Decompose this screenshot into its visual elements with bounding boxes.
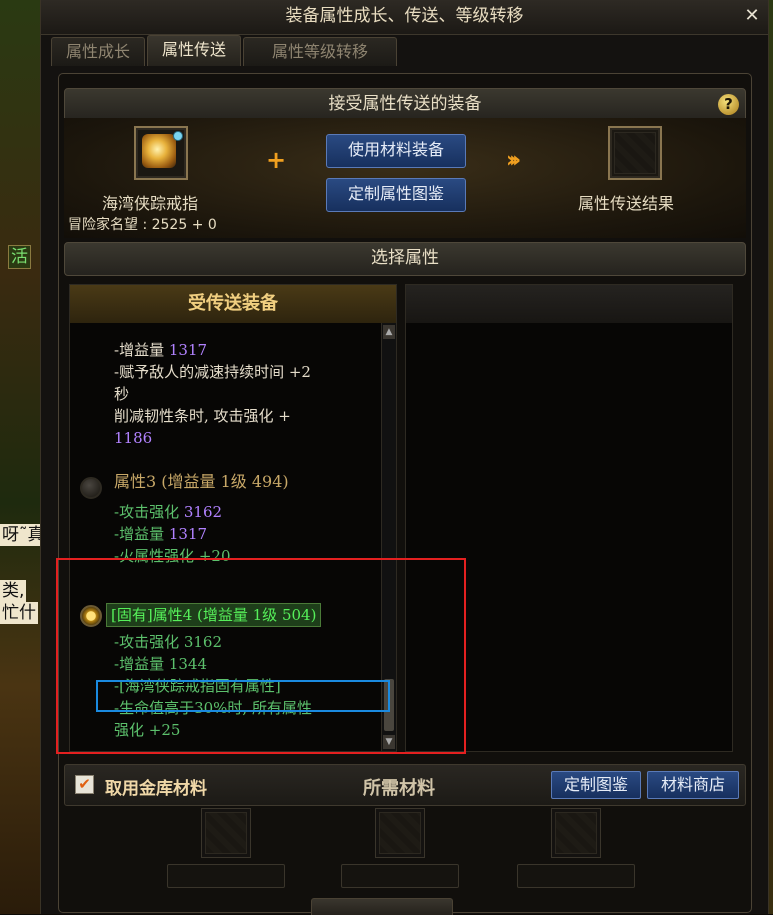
scroll-up-icon[interactable]: ▲ (383, 325, 395, 339)
receiving-equipment-slot[interactable] (134, 126, 188, 180)
list-item: 秒 (114, 385, 130, 403)
result-header (406, 285, 732, 323)
ring-icon (142, 134, 176, 168)
adventurer-reputation: 冒险家名望 : 2525 + 0 (68, 217, 217, 233)
attribute-4-radio[interactable] (80, 605, 102, 627)
use-vault-label[interactable]: 取用金库材料 (105, 774, 207, 799)
list-item: -攻击强化 3162 (114, 633, 223, 651)
custom-attribute-catalog-button[interactable]: 定制属性图鉴 (326, 178, 466, 212)
arrow-right-icon: ››› (506, 148, 521, 173)
section-header-receive: 接受属性传送的装备 ? (64, 88, 746, 122)
attribute-4-title[interactable]: [固有]属性4 (增益量 1级 504) (106, 603, 322, 627)
list-item: -[海湾侠踪戒指固有属性] (114, 677, 281, 695)
list-header: 受传送装备 (70, 285, 396, 323)
material-bar: ✔ 取用金库材料 所需材料 定制图鉴 材料商店 (64, 764, 746, 806)
material-count-field (341, 864, 459, 888)
material-shop-button[interactable]: 材料商店 (647, 771, 739, 799)
game-background-left (0, 0, 40, 914)
use-vault-checkbox[interactable]: ✔ (75, 775, 94, 794)
attribute-3-title[interactable]: 属性3 (增益量 1级 494) (114, 473, 289, 491)
gem-icon (173, 131, 183, 141)
close-icon[interactable]: ✕ (742, 6, 762, 26)
list-item: 1186 (114, 429, 153, 447)
attribute-list[interactable]: -增益量 1317 -赋予敌人的减速持续时间 +2 秒 削减韧性条时, 攻击强化… (70, 323, 382, 751)
receive-section-title: 接受属性传送的装备 (328, 94, 482, 114)
section-header-select: 选择属性 (64, 242, 746, 276)
source-equipment-list: 受传送装备 -增益量 1317 -赋予敌人的减速持续时间 +2 秒 削减韧性条时… (69, 284, 397, 752)
attribute-3-radio[interactable] (80, 477, 102, 499)
list-item: -攻击强化 3162 (114, 503, 223, 521)
custom-catalog-button[interactable]: 定制图鉴 (551, 771, 641, 799)
window-title: 装备属性成长、传送、等级转移 (285, 6, 524, 26)
tab-attribute-growth[interactable]: 属性成长 (51, 37, 145, 66)
material-slot[interactable] (551, 808, 601, 858)
transfer-result-label: 属性传送结果 (578, 194, 675, 213)
empty-slot-icon (205, 812, 247, 854)
transfer-result-slot[interactable] (608, 126, 662, 180)
use-material-equipment-button[interactable]: 使用材料装备 (326, 134, 466, 168)
background-text-fragment: 忙什 (0, 602, 38, 624)
plus-icon: + (266, 146, 287, 174)
scroll-down-icon[interactable]: ▼ (383, 735, 395, 749)
tab-attribute-level-transfer[interactable]: 属性等级转移 (243, 37, 397, 66)
material-slot[interactable] (375, 808, 425, 858)
tab-attribute-transfer[interactable]: 属性传送 (147, 35, 241, 66)
transfer-area: 海湾侠踪戒指 冒险家名望 : 2525 + 0 + 使用材料装备 定制属性图鉴 … (64, 118, 746, 238)
transfer-result-panel (405, 284, 733, 752)
empty-slot-icon (614, 132, 656, 174)
list-item: -生命值高于30%时, 所有属性 (114, 699, 312, 717)
list-item: -火属性强化 +20 (114, 547, 231, 565)
list-item: -增益量 1317 (114, 525, 208, 543)
equipment-attribute-window: 装备属性成长、传送、等级转移 ✕ 属性成长 属性传送 属性等级转移 接受属性传送… (40, 0, 769, 915)
list-item: -增益量 1344 (114, 655, 208, 673)
bottom-action-tab[interactable] (311, 898, 453, 915)
item-name: 海湾侠踪戒指 (102, 194, 199, 213)
list-item: -赋予敌人的减速持续时间 +2 (114, 363, 311, 381)
window-titlebar[interactable]: 装备属性成长、传送、等级转移 ✕ (41, 0, 768, 35)
list-item: 强化 +25 (114, 721, 181, 739)
empty-slot-icon (379, 812, 421, 854)
background-text-fragment: 活 (8, 245, 31, 269)
scroll-thumb[interactable] (384, 679, 394, 731)
material-slot[interactable] (201, 808, 251, 858)
required-materials-label: 所需材料 (363, 778, 435, 799)
list-item: -增益量 1317 (114, 341, 208, 359)
material-count-field (167, 864, 285, 888)
list-scrollbar[interactable]: ▲ ▼ (381, 323, 396, 751)
transfer-panel: 接受属性传送的装备 ? 海湾侠踪戒指 冒险家名望 : 2525 + 0 + 使用… (58, 73, 752, 913)
help-icon[interactable]: ? (718, 94, 739, 115)
background-text-fragment: 类, (0, 580, 27, 602)
material-count-field (517, 864, 635, 888)
list-item: 削减韧性条时, 攻击强化 + (114, 407, 291, 425)
select-section-title: 选择属性 (371, 248, 439, 268)
empty-slot-icon (555, 812, 597, 854)
